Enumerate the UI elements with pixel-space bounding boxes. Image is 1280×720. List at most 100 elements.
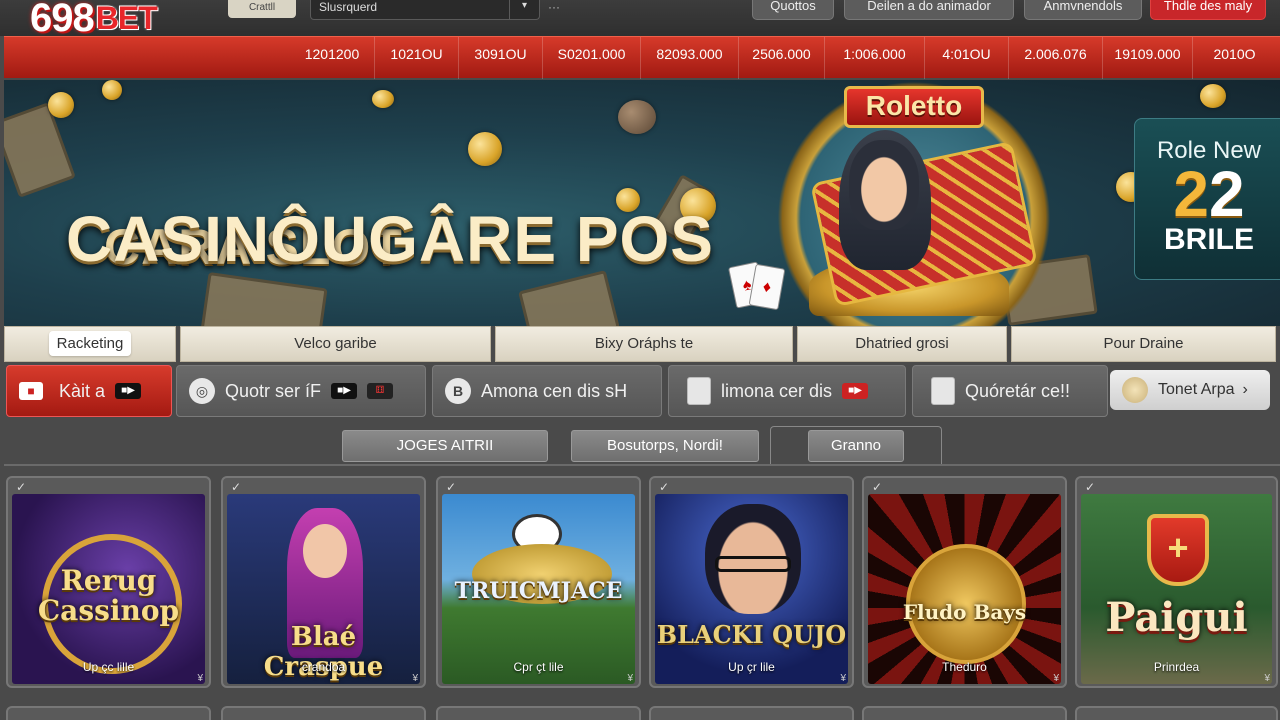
game-card-partial[interactable] <box>436 706 641 720</box>
jackpot-ticker: 1201200 1021OU 3091OU S0201.000 82093.00… <box>4 36 1280 79</box>
top-bar: 698 BET Crattll Slusrquerd ▾ ··· Quottos… <box>0 0 1280 40</box>
game-card[interactable]: ✓ + Paigui Prinrdea ¥ <box>1075 476 1278 688</box>
tonet-arpa-button[interactable]: Tonet Arpa › <box>1110 370 1270 410</box>
chevron-down-icon[interactable]: ▾ <box>509 0 539 19</box>
subtab-joges-aitrii[interactable]: JOGES AITRII <box>342 430 548 462</box>
document-icon <box>687 377 711 405</box>
ticker-item: 1:006.000 <box>824 37 924 79</box>
check-icon: ✓ <box>16 480 27 494</box>
ticker-item: 2010O <box>1192 37 1276 79</box>
top-chip[interactable]: Crattll <box>228 0 296 18</box>
subtab-granno[interactable]: Granno <box>808 430 904 462</box>
tab-racketing[interactable]: Racketing <box>4 326 176 362</box>
tab-dhatried-grosi[interactable]: Dhatried grosi <box>797 326 1007 362</box>
promo-number: 22 <box>1135 162 1280 226</box>
filter-amona[interactable]: B Amona cen dis sH <box>432 365 662 417</box>
ticker-item: 2.006.076 <box>1008 37 1102 79</box>
promo-card[interactable]: Role New 22 BRILE <box>1134 118 1280 280</box>
game-title: Fludo Bays <box>902 600 1027 624</box>
coin-icon <box>48 92 74 118</box>
info-icon: ¥ <box>412 673 418 684</box>
shield-icon: + <box>1147 514 1209 586</box>
game-thumbnail: Fludo Bays Theduro <box>868 494 1061 684</box>
game-card[interactable]: ✓ Fludo Bays Theduro ¥ <box>862 476 1067 688</box>
game-card-partial[interactable] <box>649 706 854 720</box>
coin-icon <box>618 100 656 134</box>
check-icon: ✓ <box>659 480 670 494</box>
game-thumbnail: Rerug Cassinop Up çc lille <box>12 494 205 684</box>
game-card-partial[interactable] <box>221 706 426 720</box>
divider <box>4 464 1280 466</box>
document-icon <box>931 377 955 405</box>
play-icon: ■▶ <box>842 383 869 399</box>
card-decoration <box>518 270 620 326</box>
game-title: TRUICMJACE <box>454 578 623 604</box>
game-thumbnail: Blaé Craspue crandoa <box>227 494 420 684</box>
filter-kait[interactable]: ■ Kàit a ■▶ <box>6 365 172 417</box>
game-card[interactable]: ✓ Rerug Cassinop Up çc lille ¥ <box>6 476 211 688</box>
game-subtitle: Prinrdea <box>1153 660 1200 674</box>
coin-icon <box>1200 84 1226 108</box>
search-value: Slusrquerd <box>319 0 378 14</box>
promo-digit: 2 <box>1209 158 1245 230</box>
ticker-item: S0201.000 <box>542 37 640 79</box>
dice-icon: ⚅ <box>367 383 394 399</box>
filter-label: limona cer dis <box>721 380 833 401</box>
search-select[interactable]: Slusrquerd ▾ <box>310 0 540 20</box>
glasses-icon <box>715 556 791 572</box>
character-portrait <box>849 140 919 230</box>
tab-velco-garibe[interactable]: Velco garibe <box>180 326 491 362</box>
info-icon: ¥ <box>1053 673 1059 684</box>
top-button-signup[interactable]: Thdle des maly <box>1150 0 1266 20</box>
coin-icon <box>468 132 502 166</box>
info-icon: ¥ <box>1264 673 1270 684</box>
game-thumbnail: + Paigui Prinrdea <box>1081 494 1272 684</box>
roulette-sign: Roletto <box>844 86 984 128</box>
more-icon[interactable]: ··· <box>548 0 560 14</box>
subtab-bosutorps[interactable]: Bosutorps, Nordi! <box>571 430 759 462</box>
game-card-partial[interactable] <box>6 706 211 720</box>
character-face <box>303 524 347 578</box>
filter-limona[interactable]: limona cer dis ■▶ <box>668 365 906 417</box>
check-icon: ✓ <box>872 480 883 494</box>
filter-label: Kàit a <box>59 380 106 401</box>
brand-number: 698 <box>30 0 95 40</box>
hero-banner[interactable]: CARA SLOT CASINÔUGÂRE POS Roletto ♠ ♦ Ro… <box>4 80 1280 326</box>
coin-icon <box>372 90 394 108</box>
top-button-animador[interactable]: Deilen a do animador <box>844 0 1014 20</box>
gamepad-icon: ■ <box>19 382 43 400</box>
card-decoration <box>200 271 328 326</box>
game-card-partial[interactable] <box>862 706 1067 720</box>
filter-label: Amona cen dis sH <box>481 380 628 401</box>
filter-quotr[interactable]: ◎ Quotr ser íF ■▶ ⚅ <box>176 365 426 417</box>
top-button-quottos[interactable]: Quottos <box>752 0 834 20</box>
game-title: Rerug Cassinop <box>37 564 180 627</box>
ticker-item: 19109.000 <box>1102 37 1192 79</box>
game-card[interactable]: ✓ TRUICMJACE Cpr çt lile ¥ <box>436 476 641 688</box>
game-subtitle: Up çc lille <box>82 660 135 674</box>
play-icon: ■▶ <box>115 383 142 399</box>
tab-bixy-oraphs[interactable]: Bixy Oráphs te <box>495 326 793 362</box>
tab-pour-draine[interactable]: Pour Draine <box>1011 326 1276 362</box>
game-title: Paigui <box>1105 594 1248 641</box>
game-title: BLACKI QUJO <box>656 620 847 649</box>
ticker-item: 4:01OU <box>924 37 1008 79</box>
coin-icon <box>1122 377 1148 403</box>
hero-subtitle: CASINÔUGÂRE POS <box>66 203 714 275</box>
game-thumbnail: BLACKI QUJO Up çr lile <box>655 494 848 684</box>
bitcoin-icon: B <box>445 378 471 404</box>
chevron-right-icon: › <box>1242 381 1248 398</box>
top-button-anmvnendols[interactable]: Anmvnendols <box>1024 0 1142 20</box>
check-icon: ✓ <box>231 480 242 494</box>
play-icon: ■▶ <box>331 383 358 399</box>
filter-quoretar[interactable]: Quóretár ce!! <box>912 365 1108 417</box>
game-subtitle: Cpr çt lile <box>513 660 564 674</box>
info-icon: ¥ <box>840 673 846 684</box>
ticker-item: 2506.000 <box>738 37 824 79</box>
game-card[interactable]: ✓ Blaé Craspue crandoa ¥ <box>221 476 426 688</box>
game-subtitle: Theduro <box>942 660 987 674</box>
poker-chip-icon: ◎ <box>189 378 215 404</box>
coin-icon <box>102 80 122 100</box>
game-card[interactable]: ✓ BLACKI QUJO Up çr lile ¥ <box>649 476 854 688</box>
game-card-partial[interactable] <box>1075 706 1278 720</box>
